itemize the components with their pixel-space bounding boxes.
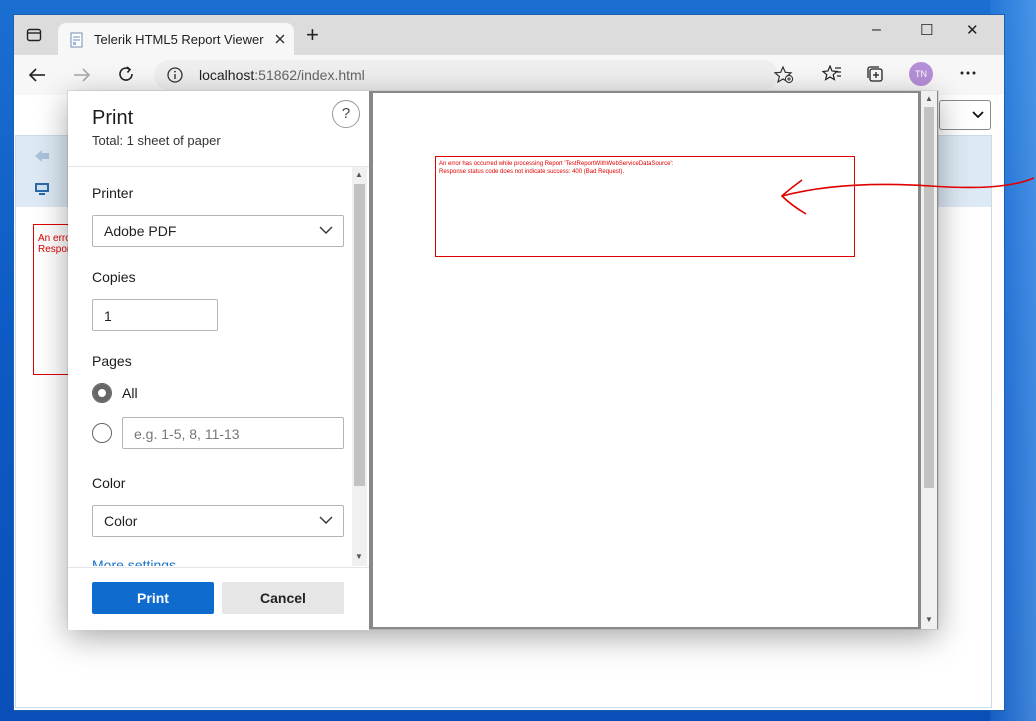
preview-error-text: An error has occurred while processing R…: [439, 160, 673, 176]
copies-input[interactable]: 1: [92, 299, 218, 331]
page-select[interactable]: [939, 100, 991, 130]
profile-avatar[interactable]: TN: [909, 62, 933, 86]
new-tab-icon[interactable]: +: [306, 24, 319, 46]
add-favorite-icon[interactable]: [774, 66, 794, 84]
more-icon[interactable]: [960, 70, 976, 76]
more-settings-link[interactable]: More settings: [92, 557, 176, 566]
title-bar: Telerik HTML5 Report Viewer De + – ☐ ✕: [14, 15, 1004, 55]
minimize-button[interactable]: –: [872, 21, 881, 39]
tab-actions-icon[interactable]: [26, 27, 42, 43]
copies-label: Copies: [92, 269, 136, 285]
chevron-down-icon: [319, 516, 333, 525]
annotation-arrow-icon: [780, 170, 1036, 220]
forward-icon[interactable]: [73, 66, 91, 84]
page-error-line: Response status code does not indicate s…: [38, 244, 72, 255]
cancel-button[interactable]: Cancel: [222, 582, 344, 614]
refresh-icon[interactable]: [117, 65, 135, 83]
favorites-icon[interactable]: [822, 65, 842, 83]
chevron-down-icon: [972, 110, 984, 120]
help-button[interactable]: ?: [332, 100, 360, 128]
pages-all-radio[interactable]: [92, 383, 112, 403]
pages-all-label: All: [122, 385, 138, 401]
printer-value: Adobe PDF: [104, 223, 177, 239]
preview-error-line1: An error has occurred while processing R…: [439, 161, 674, 167]
preview-error-line2: Response status code does not indicate s…: [439, 169, 625, 175]
back-icon[interactable]: [28, 66, 46, 84]
color-value: Color: [104, 513, 138, 529]
close-window-button[interactable]: ✕: [966, 21, 979, 39]
printer-select[interactable]: Adobe PDF: [92, 215, 344, 247]
settings-scrollbar[interactable]: ▲ ▼: [352, 167, 367, 566]
print-settings-panel: Print Total: 1 sheet of paper ? Printer …: [68, 91, 369, 630]
address-bar[interactable]: localhost:51862/index.html: [154, 60, 794, 90]
preview-scroll-down-icon[interactable]: ▼: [925, 615, 933, 624]
copies-value: 1: [104, 308, 112, 324]
sheet-total: Total: 1 sheet of paper: [92, 133, 221, 148]
viewer-back-icon[interactable]: [34, 149, 50, 163]
scroll-down-icon[interactable]: ▼: [355, 552, 363, 561]
pages-custom-placeholder: e.g. 1-5, 8, 11-13: [134, 426, 240, 442]
preview-scroll-thumb[interactable]: [924, 107, 934, 488]
address-path: :51862/index.html: [254, 67, 365, 83]
settings-scroll-thumb[interactable]: [354, 184, 365, 486]
address-url: localhost:51862/index.html: [199, 67, 365, 83]
address-host: localhost: [199, 67, 255, 83]
chevron-down-icon: [319, 226, 333, 235]
maximize-button[interactable]: ☐: [920, 21, 933, 39]
report-favicon: [69, 32, 85, 48]
settings-scroll: Printer Adobe PDF Copies 1 Pages All e.g…: [68, 167, 369, 566]
collections-icon[interactable]: [866, 65, 886, 83]
preview-scroll-up-icon[interactable]: ▲: [925, 94, 933, 103]
navigation-bar: localhost:51862/index.html TN: [14, 55, 1004, 96]
color-label: Color: [92, 475, 126, 491]
color-select[interactable]: Color: [92, 505, 344, 537]
printer-label: Printer: [92, 185, 134, 201]
scroll-up-icon[interactable]: ▲: [355, 170, 363, 179]
page-error-line: An error has occurred while processing R…: [38, 233, 72, 244]
info-icon[interactable]: [167, 67, 183, 83]
pages-custom-input[interactable]: e.g. 1-5, 8, 11-13: [122, 417, 344, 449]
print-button[interactable]: Print: [92, 582, 214, 614]
dialog-footer: Print Cancel: [68, 567, 369, 630]
page-error-text: An error has occurred while processing R…: [38, 233, 72, 255]
close-tab-icon[interactable]: [274, 33, 286, 45]
viewer-print-icon[interactable]: [34, 182, 50, 196]
pages-label: Pages: [92, 353, 132, 369]
print-title: Print: [92, 107, 134, 129]
pages-custom-radio[interactable]: [92, 423, 112, 443]
active-tab[interactable]: Telerik HTML5 Report Viewer De: [58, 23, 294, 55]
tab-title: Telerik HTML5 Report Viewer De: [94, 32, 266, 47]
